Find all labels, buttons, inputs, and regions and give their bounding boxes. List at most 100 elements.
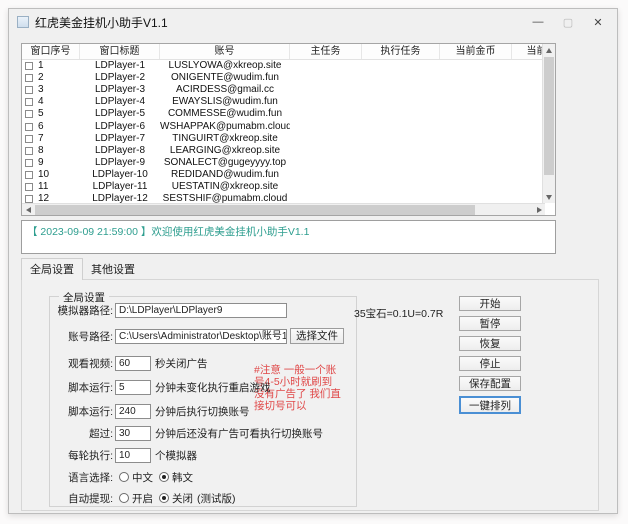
horizontal-scroll-thumb[interactable] xyxy=(35,205,475,215)
col-window-num[interactable]: 窗口序号 xyxy=(22,44,80,59)
row-account: SONALECT@gugeyyyy.top xyxy=(160,157,290,169)
row-account: ONIGENTE@wudim.fun xyxy=(160,72,290,84)
table-row[interactable]: 6LDPlayer-6WSHAPPAK@pumabm.cloud xyxy=(22,120,545,132)
row-checkbox[interactable] xyxy=(25,183,33,191)
row-account: WSHAPPAK@pumabm.cloud xyxy=(160,121,290,133)
action-button-恢复[interactable]: 恢复 xyxy=(459,336,521,351)
script-restart-input[interactable]: 5 xyxy=(115,380,151,395)
col-exec-task[interactable]: 执行任务 xyxy=(362,44,440,59)
emulator-table: 窗口序号 窗口标题 账号 主任务 执行任务 当前金币 当前宝 1LDPlayer… xyxy=(21,43,556,216)
tab-other-settings[interactable]: 其他设置 xyxy=(83,259,143,280)
row-number: 8 xyxy=(38,145,44,157)
row-account: EWAYSLIS@wudim.fun xyxy=(160,96,290,108)
radio-icon[interactable] xyxy=(119,493,129,503)
radio-language-chinese[interactable]: 中文 xyxy=(119,470,153,485)
account-path-input[interactable]: C:\Users\Administrator\Desktop\账号1. xyxy=(115,329,287,344)
scroll-up-icon[interactable] xyxy=(543,44,555,56)
table-row[interactable]: 1LDPlayer-1LUSLYOWA@xkreop.site xyxy=(22,60,545,72)
row-account: COMMESSE@wudim.fun xyxy=(160,108,290,120)
action-button-暂停[interactable]: 暂停 xyxy=(459,316,521,331)
row-account: UESTATIN@xkreop.site xyxy=(160,181,290,193)
table-row[interactable]: 2LDPlayer-2ONIGENTE@wudim.fun xyxy=(22,72,545,84)
log-message: 【 2023-09-09 21:59:00 】欢迎使用红虎美金挂机小助手V1.1 xyxy=(27,224,550,239)
minimize-button[interactable]: — xyxy=(523,9,553,35)
table-row[interactable]: 7LDPlayer-7TINGUIRT@xkreop.site xyxy=(22,133,545,145)
over-limit-suffix: 分钟后还没有广告可看执行切换账号 xyxy=(155,426,323,441)
account-path-label: 账号路径: xyxy=(55,329,113,344)
radio-language-korean[interactable]: 韩文 xyxy=(159,470,193,485)
row-account: LEARGING@xkreop.site xyxy=(160,145,290,157)
scroll-down-icon[interactable] xyxy=(543,191,555,203)
auto-withdraw-label: 自动提现: xyxy=(55,491,113,506)
radio-withdraw-off[interactable]: 关闭 xyxy=(159,491,193,506)
col-window-title[interactable]: 窗口标题 xyxy=(80,44,160,59)
table-row[interactable]: 8 LDPlayer-8LEARGING@xkreop.site xyxy=(22,145,545,157)
vertical-scrollbar[interactable] xyxy=(542,44,555,203)
radio-withdraw-on[interactable]: 开启 xyxy=(119,491,153,506)
row-checkbox[interactable] xyxy=(25,62,33,70)
over-limit-label: 超过: xyxy=(55,426,113,441)
col-account[interactable]: 账号 xyxy=(160,44,290,59)
action-button-停止[interactable]: 停止 xyxy=(459,356,521,371)
row-checkbox[interactable] xyxy=(25,171,33,179)
row-number: 10 xyxy=(38,169,49,181)
script-restart-suffix: 分钟未变化执行重启游戏 xyxy=(155,380,271,395)
action-button-一键排列[interactable]: 一键排列 xyxy=(459,396,521,414)
row-checkbox[interactable] xyxy=(25,98,33,106)
col-current-gold[interactable]: 当前金币 xyxy=(440,44,512,59)
per-round-suffix: 个模拟器 xyxy=(155,448,197,463)
row-number: 6 xyxy=(38,121,44,133)
attention-note-line: #注意 一般一个账 xyxy=(254,364,349,376)
table-row[interactable]: 3LDPlayer-3ACIRDESS@gmail.cc xyxy=(22,84,545,96)
gem-rate-note: 35宝石=0.1U=0.7R xyxy=(354,306,443,321)
table-row[interactable]: 10LDPlayer-10REDIDAND@wudim.fun xyxy=(22,169,545,181)
window-title: 红虎美金挂机小助手V1.1 xyxy=(35,14,168,31)
scroll-left-icon[interactable] xyxy=(22,204,34,216)
row-window-title: LDPlayer-11 xyxy=(80,181,160,193)
vertical-scroll-thumb[interactable] xyxy=(544,57,554,175)
col-main-task[interactable]: 主任务 xyxy=(290,44,362,59)
select-file-button[interactable]: 选择文件 xyxy=(290,328,344,344)
watch-video-row: 观看视频: 60 秒关闭广告 xyxy=(55,355,208,371)
radio-icon[interactable] xyxy=(159,493,169,503)
table-row[interactable]: 5 LDPlayer-5COMMESSE@wudim.fun xyxy=(22,108,545,120)
row-checkbox[interactable] xyxy=(25,74,33,82)
table-header: 窗口序号 窗口标题 账号 主任务 执行任务 当前金币 当前宝 xyxy=(22,44,545,60)
action-button-开始[interactable]: 开始 xyxy=(459,296,521,311)
row-window-title: LDPlayer-8 xyxy=(80,145,160,157)
attention-note-line: 接切号可以 xyxy=(254,400,349,412)
row-checkbox[interactable] xyxy=(25,123,33,131)
row-number: 1 xyxy=(38,60,44,72)
row-window-title: LDPlayer-5 xyxy=(80,108,160,120)
maximize-button[interactable]: ▢ xyxy=(553,9,583,35)
over-limit-input[interactable]: 30 xyxy=(115,426,151,441)
row-checkbox[interactable] xyxy=(25,110,33,118)
script-switch-input[interactable]: 240 xyxy=(115,404,151,419)
auto-withdraw-suffix: (测试版) xyxy=(197,491,236,506)
row-checkbox[interactable] xyxy=(25,195,33,203)
account-path-row: 账号路径: C:\Users\Administrator\Desktop\账号1… xyxy=(55,328,344,344)
radio-icon[interactable] xyxy=(159,472,169,482)
auto-withdraw-row: 自动提现: 开启 关闭 (测试版) xyxy=(55,490,236,506)
row-checkbox[interactable] xyxy=(25,135,33,143)
action-button-保存配置[interactable]: 保存配置 xyxy=(459,376,521,391)
tab-global-settings[interactable]: 全局设置 xyxy=(21,258,83,280)
row-checkbox[interactable] xyxy=(25,159,33,167)
language-row: 语言选择: 中文 韩文 xyxy=(55,469,193,485)
emulator-path-input[interactable]: D:\LDPlayer\LDPlayer9 xyxy=(115,303,287,318)
row-checkbox[interactable] xyxy=(25,147,33,155)
script-switch-row: 脚本运行: 240 分钟后执行切换账号 xyxy=(55,403,250,419)
row-window-title: LDPlayer-2 xyxy=(80,72,160,84)
radio-icon[interactable] xyxy=(119,472,129,482)
row-number: 5 xyxy=(38,108,44,120)
watch-video-input[interactable]: 60 xyxy=(115,356,151,371)
close-button[interactable]: ✕ xyxy=(583,9,613,35)
table-row[interactable]: 4LDPlayer-4EWAYSLIS@wudim.fun xyxy=(22,96,545,108)
scroll-right-icon[interactable] xyxy=(533,204,545,216)
log-box: 【 2023-09-09 21:59:00 】欢迎使用红虎美金挂机小助手V1.1 xyxy=(21,220,556,254)
row-checkbox[interactable] xyxy=(25,86,33,94)
table-row[interactable]: 11LDPlayer-11UESTATIN@xkreop.site xyxy=(22,181,545,193)
table-row[interactable]: 9LDPlayer-9SONALECT@gugeyyyy.top xyxy=(22,157,545,169)
per-round-input[interactable]: 10 xyxy=(115,448,151,463)
horizontal-scrollbar[interactable] xyxy=(22,203,545,215)
